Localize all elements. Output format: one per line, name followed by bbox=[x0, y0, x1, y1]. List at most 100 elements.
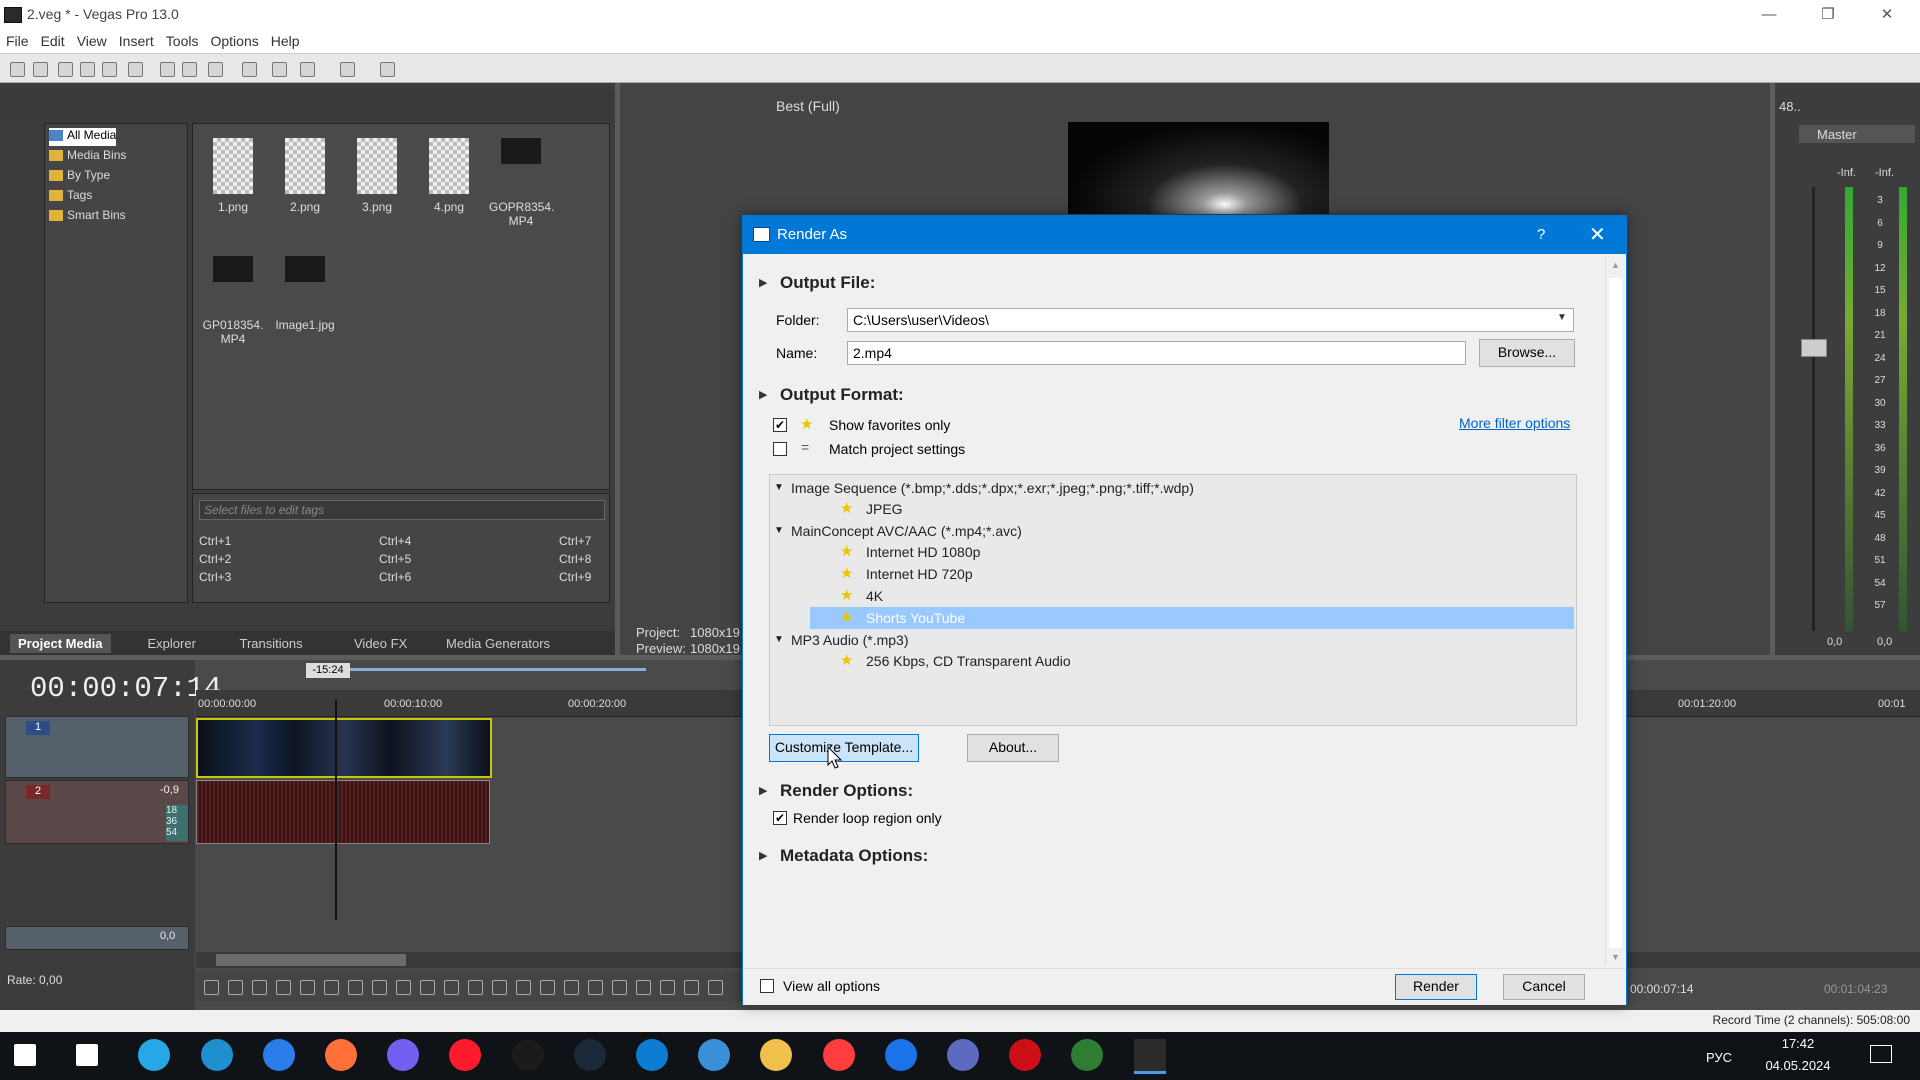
tab-transitions[interactable]: Transitions bbox=[232, 634, 311, 653]
media-file-name[interactable]: 4.png bbox=[417, 200, 481, 214]
transport-control-icon[interactable] bbox=[684, 980, 699, 995]
loop-marker[interactable]: -15:24 bbox=[306, 663, 350, 678]
toolbar-tool-icon[interactable] bbox=[58, 62, 73, 77]
app-icon[interactable] bbox=[698, 1039, 731, 1071]
toolbar-tool-icon[interactable] bbox=[242, 62, 257, 77]
tree-item-internet-hd-720p[interactable]: ★ Internet HD 720p bbox=[770, 563, 1574, 585]
app-icon[interactable] bbox=[200, 1039, 233, 1071]
transport-control-icon[interactable] bbox=[204, 980, 219, 995]
tree-item-4k[interactable]: ★ 4K bbox=[770, 585, 1574, 607]
toolbar-tool-icon[interactable] bbox=[160, 62, 175, 77]
more-filter-link[interactable]: More filter options bbox=[1459, 415, 1570, 431]
menu-file[interactable]: File bbox=[0, 29, 35, 53]
scroll-thumb[interactable] bbox=[1609, 278, 1622, 948]
tree-group-image-sequence[interactable]: ▼ Image Sequence (*.bmp;*.dds;*.dpx;*.ex… bbox=[770, 477, 1574, 499]
transport-control-icon[interactable] bbox=[468, 980, 483, 995]
match-project-checkbox[interactable] bbox=[773, 442, 787, 456]
media-thumbnail[interactable] bbox=[285, 256, 325, 282]
collapse-icon[interactable]: ▼ bbox=[774, 477, 784, 499]
metadata-expand-icon[interactable]: ▶ bbox=[759, 849, 767, 862]
audio-clip[interactable] bbox=[196, 780, 490, 844]
transport-control-icon[interactable] bbox=[516, 980, 531, 995]
media-tree-item[interactable]: Smart Bins bbox=[49, 208, 126, 226]
tab-video-fx[interactable]: Video FX bbox=[346, 634, 415, 653]
media-tree-item[interactable]: Tags bbox=[49, 188, 92, 206]
toolbar-tool-icon[interactable] bbox=[208, 62, 223, 77]
master-fader-handle[interactable] bbox=[1801, 339, 1827, 357]
transport-control-icon[interactable] bbox=[588, 980, 603, 995]
transport-control-icon[interactable] bbox=[660, 980, 675, 995]
transport-control-icon[interactable] bbox=[300, 980, 315, 995]
start-icon[interactable] bbox=[14, 1044, 36, 1066]
transport-control-icon[interactable] bbox=[636, 980, 651, 995]
dialog-close-icon[interactable]: ✕ bbox=[1589, 222, 1606, 247]
media-thumbnail[interactable] bbox=[213, 256, 253, 282]
media-file-name[interactable]: 3.png bbox=[345, 200, 409, 214]
menu-help[interactable]: Help bbox=[265, 29, 306, 53]
media-thumbnail[interactable] bbox=[357, 138, 397, 194]
render-button[interactable]: Render bbox=[1395, 974, 1477, 1000]
tree-item-shorts-youtube[interactable]: ★ Shorts YouTube bbox=[810, 607, 1574, 629]
dialog-scrollbar[interactable]: ▲ ▼ bbox=[1605, 256, 1626, 966]
toolbar-tool-icon[interactable] bbox=[182, 62, 197, 77]
calculator-icon[interactable] bbox=[947, 1039, 979, 1071]
media-file-name[interactable]: Image1.jpg bbox=[273, 318, 337, 332]
transport-control-icon[interactable] bbox=[540, 980, 555, 995]
restore-icon[interactable]: ❐ bbox=[1805, 0, 1851, 29]
transport-control-icon[interactable] bbox=[396, 980, 411, 995]
browser-icon[interactable] bbox=[262, 1039, 295, 1071]
timeline-scroll-thumb[interactable] bbox=[216, 954, 406, 966]
render-options-expand-icon[interactable]: ▶ bbox=[759, 784, 767, 797]
notification-icon[interactable] bbox=[1870, 1045, 1892, 1063]
folder-dropdown-icon[interactable]: ▼ bbox=[1557, 312, 1567, 323]
menu-insert[interactable]: Insert bbox=[113, 29, 160, 53]
cancel-button[interactable]: Cancel bbox=[1503, 974, 1585, 1000]
audio-track-header[interactable]: 2 -0,9 18 36 54 bbox=[5, 780, 189, 844]
toolbar-tool-icon[interactable] bbox=[272, 62, 287, 77]
preview-quality[interactable]: Best (Full) bbox=[776, 98, 840, 114]
playhead[interactable] bbox=[335, 700, 337, 920]
video-track-header[interactable]: 1 bbox=[5, 716, 189, 778]
loop-only-checkbox[interactable]: ✔ bbox=[773, 811, 787, 825]
menu-options[interactable]: Options bbox=[204, 29, 264, 53]
output-format-expand-icon[interactable]: ▶ bbox=[759, 388, 767, 401]
yandex-icon[interactable] bbox=[822, 1039, 855, 1071]
toolbar-tool-icon[interactable] bbox=[340, 62, 355, 77]
toolbar-tool-icon[interactable] bbox=[380, 62, 395, 77]
media-tree-item[interactable]: Media Bins bbox=[49, 148, 126, 166]
transport-control-icon[interactable] bbox=[348, 980, 363, 995]
about-button[interactable]: About... bbox=[967, 734, 1059, 762]
transport-control-icon[interactable] bbox=[420, 980, 435, 995]
toolbar-tool-icon[interactable] bbox=[33, 62, 48, 77]
menu-view[interactable]: View bbox=[71, 29, 113, 53]
tree-item-256kbps[interactable]: ★ 256 Kbps, CD Transparent Audio bbox=[770, 650, 1574, 672]
collapse-icon[interactable]: ▼ bbox=[774, 520, 784, 542]
toolbar-tool-icon[interactable] bbox=[80, 62, 95, 77]
app-icon[interactable] bbox=[511, 1039, 544, 1071]
vegas-icon[interactable] bbox=[1133, 1039, 1166, 1074]
minimize-icon[interactable]: — bbox=[1746, 0, 1792, 29]
firefox-icon[interactable] bbox=[325, 1039, 357, 1071]
media-file-name[interactable]: 1.png bbox=[201, 200, 265, 214]
menu-edit[interactable]: Edit bbox=[35, 29, 71, 53]
opera-gx-icon[interactable] bbox=[1009, 1039, 1042, 1071]
media-thumbnail[interactable] bbox=[285, 138, 325, 194]
toolbar-tool-icon[interactable] bbox=[300, 62, 315, 77]
task-view-icon[interactable] bbox=[76, 1044, 99, 1066]
media-file-name[interactable]: GOPR8354. MP4 bbox=[489, 200, 554, 228]
collapse-icon[interactable]: ▼ bbox=[774, 629, 784, 651]
media-file-name[interactable]: 2.png bbox=[273, 200, 337, 214]
tab-project-media[interactable]: Project Media bbox=[10, 634, 111, 653]
steam-icon[interactable] bbox=[573, 1039, 606, 1071]
transport-control-icon[interactable] bbox=[228, 980, 243, 995]
transport-control-icon[interactable] bbox=[708, 980, 723, 995]
language-indicator[interactable]: РУС bbox=[1706, 1050, 1732, 1065]
scroll-down-icon[interactable]: ▼ bbox=[1611, 952, 1620, 962]
tree-item-internet-hd-1080p[interactable]: ★ Internet HD 1080p bbox=[770, 541, 1574, 563]
transport-control-icon[interactable] bbox=[324, 980, 339, 995]
media-file-name[interactable]: GP018354. MP4 bbox=[201, 318, 265, 346]
toolbar-tool-icon[interactable] bbox=[128, 62, 143, 77]
media-thumbnail[interactable] bbox=[429, 138, 469, 194]
viber-icon[interactable] bbox=[387, 1039, 420, 1071]
media-tree-item[interactable]: By Type bbox=[49, 168, 110, 186]
